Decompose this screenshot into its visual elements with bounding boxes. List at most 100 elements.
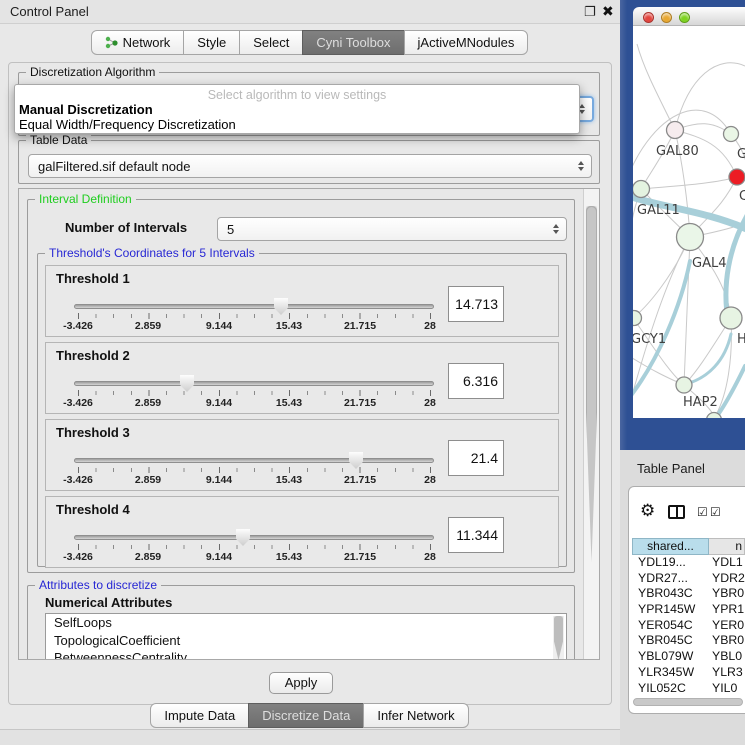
tab-discretize-data[interactable]: Discretize Data	[248, 703, 364, 728]
node-label: GAL80	[656, 144, 699, 159]
threshold-1-slider[interactable]: -3.426 2.859 9.144 15.43 21.715 28	[74, 298, 434, 334]
attributes-group-title: Attributes to discretize	[35, 578, 161, 592]
node-label: C	[739, 189, 745, 204]
num-intervals-combobox[interactable]: 5	[217, 217, 567, 241]
tab-infer-network[interactable]: Infer Network	[363, 703, 468, 728]
column-header-shared-name[interactable]: shared...	[632, 538, 709, 555]
interval-group-title: Interval Definition	[35, 192, 136, 206]
tab-select[interactable]: Select	[239, 30, 303, 55]
float-window-icon[interactable]: ❐	[584, 4, 596, 20]
threshold-4-label: Threshold 4	[56, 502, 130, 517]
checkbox-icon[interactable]: ☑	[697, 505, 708, 519]
threshold-1-value[interactable]: 14.713	[448, 286, 504, 322]
threshold-4-value[interactable]: 11.344	[448, 517, 504, 553]
list-item[interactable]: BetweennessCentrality	[46, 649, 566, 660]
minimize-traffic-light[interactable]	[661, 12, 672, 23]
apply-button[interactable]: Apply	[269, 672, 333, 694]
threshold-2-slider[interactable]: -3.426 2.859 9.144 15.43 21.715 28	[74, 375, 434, 411]
slider-ticks	[78, 467, 432, 473]
node-partial-top-right[interactable]	[724, 127, 739, 142]
table-horizontal-scrollbar[interactable]	[633, 698, 743, 706]
settings-scrollbar[interactable]	[583, 189, 599, 659]
threshold-2-value[interactable]: 6.316	[448, 363, 504, 399]
algorithm-dropdown-popup: Select algorithm to view settings Manual…	[14, 84, 580, 134]
node-hap2[interactable]	[676, 377, 692, 393]
attributes-list[interactable]: SelfLoops TopologicalCoefficient Between…	[45, 613, 567, 660]
table-row[interactable]: YDR27...YDR2	[632, 571, 745, 587]
zoom-traffic-light[interactable]	[679, 12, 690, 23]
slider-track	[74, 535, 434, 540]
close-traffic-light[interactable]	[643, 12, 654, 23]
node-gal4[interactable]	[677, 224, 704, 251]
threshold-3-label: Threshold 3	[56, 425, 130, 440]
bottom-tab-bar: Impute Data Discretize Data Infer Networ…	[0, 703, 620, 728]
table-header-row: shared... n	[632, 538, 745, 555]
gear-icon[interactable]: ⚙	[640, 501, 655, 521]
settings-scroll-panel: Interval Definition Number of Intervals …	[18, 188, 600, 660]
scrollbar-thumb[interactable]	[586, 206, 597, 562]
list-item[interactable]: SelfLoops	[46, 614, 566, 632]
node-label: GAL11	[637, 203, 680, 218]
table-row[interactable]: YBR043CYBR0	[632, 586, 745, 602]
tab-network[interactable]: Network	[91, 30, 185, 55]
network-graph: GAL80 G C GAL11 GAL4 GCY1 H HAP2	[633, 26, 745, 418]
threshold-2-panel: Threshold 2 -3.426 2.859 9.144 15.43 21.…	[45, 342, 559, 414]
node-partial-right[interactable]	[720, 307, 742, 329]
table-row[interactable]: YBL079WYBL0	[632, 649, 745, 665]
table-row[interactable]: YLR345WYLR3	[632, 665, 745, 681]
slider-ticks	[78, 544, 432, 550]
table-row[interactable]: YIL052CYIL0	[632, 681, 745, 697]
threshold-3-panel: Threshold 3 -3.426 2.859 9.144 15.43 21.…	[45, 419, 559, 491]
node-label: GAL4	[692, 256, 726, 271]
node-gcy1[interactable]	[633, 311, 642, 326]
table-data-group-title: Table Data	[26, 133, 91, 147]
combo-stepper-icon	[553, 224, 559, 234]
threshold-3-slider[interactable]: -3.426 2.859 9.144 15.43 21.715 28	[74, 452, 434, 488]
table-panel-title: Table Panel	[637, 461, 705, 476]
tab-style[interactable]: Style	[183, 30, 240, 55]
threshold-1-panel: Threshold 1 -3.426 2.859 9.144 15.43 21.…	[45, 265, 559, 337]
tab-jactivemnodules[interactable]: jActiveMNodules	[404, 30, 529, 55]
node-label: H	[737, 332, 745, 347]
algorithm-group-title: Discretization Algorithm	[26, 65, 159, 79]
list-item[interactable]: TopologicalCoefficient	[46, 632, 566, 650]
panel-title: Control Panel	[10, 4, 89, 19]
node-label: GCY1	[633, 332, 666, 347]
table-row[interactable]: YDL19...YDL1	[632, 555, 745, 571]
table-row[interactable]: YER054CYER0	[632, 618, 745, 634]
close-icon[interactable]: ✖	[602, 3, 614, 20]
threshold-3-value[interactable]: 21.4	[448, 440, 504, 476]
app-root: Control Panel ❐ ✖ Network Style Select C…	[0, 0, 745, 745]
attributes-list-scrollbar[interactable]	[553, 616, 564, 660]
node-label: G	[737, 147, 745, 162]
dropdown-option-equal-width[interactable]: Equal Width/Frequency Discretization	[19, 117, 236, 132]
dropdown-hint: Select algorithm to view settings	[15, 88, 579, 102]
slider-ticks	[78, 390, 432, 396]
numerical-attributes-label: Numerical Attributes	[45, 595, 172, 610]
slider-ticks	[78, 313, 432, 319]
network-window-titlebar	[633, 7, 745, 26]
network-canvas[interactable]: GAL80 G C GAL11 GAL4 GCY1 H HAP2	[633, 26, 745, 418]
slider-track	[74, 304, 434, 309]
node-red-selected[interactable]	[729, 169, 745, 185]
tab-cyni-toolbox[interactable]: Cyni Toolbox	[302, 30, 404, 55]
tab-impute-data[interactable]: Impute Data	[150, 703, 249, 728]
split-columns-icon[interactable]	[668, 505, 685, 519]
slider-track	[74, 381, 434, 386]
thresholds-group-title: Threshold's Coordinates for 5 Intervals	[45, 246, 259, 260]
node-label: HAP2	[683, 395, 718, 410]
column-header-name[interactable]: n	[709, 538, 745, 555]
table-data-combobox[interactable]: galFiltered.sif default node	[28, 154, 592, 178]
network-icon	[105, 36, 118, 49]
table-row[interactable]: YBR045CYBR0	[632, 633, 745, 649]
node-gal11[interactable]	[633, 181, 650, 198]
status-strip	[0, 729, 620, 745]
table-row[interactable]: YPR145WYPR1	[632, 602, 745, 618]
dropdown-option-manual[interactable]: Manual Discretization	[19, 102, 153, 117]
table-body: YDL19...YDL1 YDR27...YDR2 YBR043CYBR0 YP…	[632, 555, 745, 696]
threshold-4-slider[interactable]: -3.426 2.859 9.144 15.43 21.715 28	[74, 529, 434, 565]
checkbox-icon[interactable]: ☑	[710, 505, 721, 519]
node-gal80[interactable]	[667, 122, 684, 139]
top-tab-bar: Network Style Select Cyni Toolbox jActiv…	[0, 30, 620, 55]
threshold-4-panel: Threshold 4 -3.426 2.859 9.144 15.43 21.…	[45, 496, 559, 568]
